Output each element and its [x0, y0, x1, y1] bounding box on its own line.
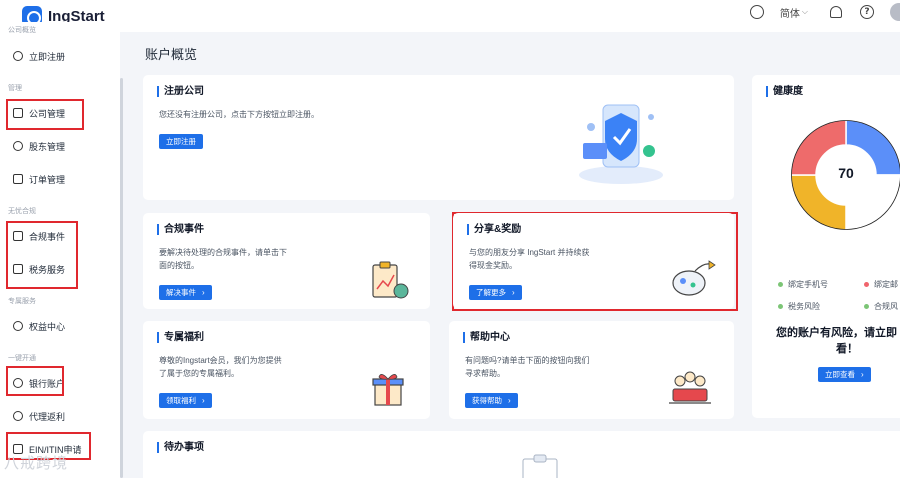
- support-team-illustration: [669, 371, 711, 404]
- resolve-events-button[interactable]: 解决事件 ›: [159, 285, 212, 300]
- order-icon: [13, 174, 23, 184]
- highlight-box: [6, 366, 64, 396]
- card-description: 得现金奖励。: [469, 261, 517, 270]
- risk-warning: 您的账户有风险，请立即: [776, 327, 897, 339]
- todo-card: 待办事项: [143, 431, 900, 478]
- register-button[interactable]: 立即注册: [159, 134, 203, 149]
- chevron-right-icon: ›: [861, 370, 864, 379]
- badge-icon: [13, 321, 23, 331]
- legend-item: 合规风: [864, 301, 898, 312]
- button-label: 立即查看: [825, 370, 855, 379]
- claim-benefits-button[interactable]: 领取福利 ›: [159, 393, 212, 408]
- sidebar-section-title: 专属服务: [8, 298, 36, 305]
- gift-box-illustration: [372, 374, 404, 406]
- card-description: 与您的朋友分享 IngStart 并持续获: [469, 248, 590, 257]
- help-center-card: 帮助中心 有问题吗?请单击下面的按钮向我们 寻求帮助。 获得帮助 ›: [449, 321, 734, 419]
- card-title: 分享&奖励: [467, 224, 521, 235]
- rebate-icon: [13, 411, 23, 421]
- learn-more-button[interactable]: 了解更多 ›: [469, 285, 522, 300]
- sidebar-section-title: 一键开通: [8, 355, 36, 362]
- sidebar-section-title: 无忧合规: [8, 208, 36, 215]
- card-title: 健康度: [766, 86, 803, 97]
- risk-warning: 看！: [836, 343, 858, 355]
- exclusive-benefits-card: 专属福利 尊敬的Ingstart会员，我们为您提供 了属于您的专属福利。 领取福…: [143, 321, 430, 419]
- button-label: 获得帮助: [472, 396, 502, 405]
- sidebar-scrollbar[interactable]: [120, 78, 123, 478]
- compliance-card: 合规事件 要解决待处理的合规事件，请单击下 面的按钮。 解决事件 ›: [143, 213, 430, 309]
- legend-item: 绑定邮: [864, 279, 898, 290]
- empty-clipboard-illustration: [522, 454, 558, 478]
- chevron-right-icon: ›: [202, 396, 205, 405]
- help-icon[interactable]: ?: [860, 5, 874, 19]
- card-description: 面的按钮。: [159, 261, 199, 270]
- legend-label: 税务风险: [788, 302, 820, 311]
- legend-dot: [778, 282, 783, 287]
- highlight-box: [6, 99, 84, 130]
- bell-icon[interactable]: [830, 6, 842, 18]
- avatar[interactable]: [890, 3, 900, 21]
- share-globe-illustration: [672, 260, 716, 296]
- card-description: 尊敬的Ingstart会员，我们为您提供: [159, 356, 282, 365]
- card-title: 合规事件: [157, 224, 204, 235]
- get-help-button[interactable]: 获得帮助 ›: [465, 393, 518, 408]
- user-icon: [13, 51, 23, 61]
- page-title: 账户概览: [145, 47, 198, 62]
- card-description: 您还没有注册公司，点击下方按钮立即注册。: [159, 110, 319, 119]
- highlight-box: [6, 221, 78, 289]
- sidebar-item-label: 订单管理: [29, 174, 66, 185]
- register-company-card: 注册公司 您还没有注册公司，点击下方按钮立即注册。 立即注册: [143, 75, 734, 200]
- sidebar-item-benefits[interactable]: 权益中心: [13, 318, 65, 334]
- share-rewards-card: 分享&奖励 与您的朋友分享 IngStart 并持续获 得现金奖励。 了解更多 ›: [453, 213, 734, 309]
- legend-dot: [778, 304, 783, 309]
- legend-dot: [864, 304, 869, 309]
- sidebar-item-rebate[interactable]: 代理返利: [13, 408, 65, 424]
- sidebar-item-label: 权益中心: [29, 321, 66, 332]
- health-score: 70: [838, 165, 854, 181]
- card-title: 帮助中心: [463, 332, 510, 343]
- button-label: 立即注册: [166, 137, 196, 146]
- user-center-icon[interactable]: [749, 5, 764, 19]
- view-now-button[interactable]: 立即查看 ›: [818, 367, 871, 382]
- sidebar-item-shareholders[interactable]: 股东管理: [13, 138, 65, 154]
- sidebar-item-label: 立即注册: [29, 51, 66, 62]
- legend-item: 税务风险: [778, 301, 820, 312]
- donut-segment-1: [845, 174, 900, 231]
- people-icon: [13, 141, 23, 151]
- button-label: 解决事件: [166, 288, 196, 297]
- card-description: 要解决待处理的合规事件，请单击下: [159, 248, 287, 257]
- chevron-right-icon: ›: [202, 288, 205, 297]
- language-selector[interactable]: 简体: [780, 5, 800, 20]
- chevron-down-icon[interactable]: ⌵: [802, 7, 808, 17]
- clipboard-chart-illustration: [372, 261, 409, 299]
- legend-label: 合规风: [874, 302, 898, 311]
- health-card: 健康度 70 绑定手机号 绑定邮 税务风险 合规风 您的账户有风险，请立即 看！…: [752, 75, 900, 418]
- watermark: 八戒跨境: [4, 455, 69, 472]
- card-title: 专属福利: [157, 332, 204, 343]
- sidebar-item-register[interactable]: 立即注册: [13, 48, 65, 64]
- sidebar-section-title: 管理: [8, 85, 22, 92]
- card-description: 了属于您的专属福利。: [159, 369, 239, 378]
- sidebar-item-orders[interactable]: 订单管理: [13, 171, 65, 187]
- chevron-right-icon: ›: [508, 396, 511, 405]
- sidebar-section-title: 公司概览: [8, 27, 36, 34]
- card-description: 有问题吗?请单击下面的按钮向我们: [465, 356, 590, 365]
- legend-dot: [864, 282, 869, 287]
- card-description: 寻求帮助。: [465, 369, 505, 378]
- top-right-controls: 简体 ⌵ ?: [732, 3, 900, 21]
- shield-phone-illustration: [579, 104, 663, 184]
- button-label: 领取福利: [166, 396, 196, 405]
- chevron-right-icon: ›: [512, 288, 515, 297]
- button-label: 了解更多: [476, 288, 506, 297]
- sidebar-item-label: 股东管理: [29, 141, 66, 152]
- card-title: 注册公司: [157, 86, 204, 97]
- legend-label: 绑定手机号: [788, 280, 828, 289]
- sidebar-item-label: 代理返利: [29, 411, 66, 422]
- card-title: 待办事项: [157, 442, 204, 453]
- top-bar: IngStart 简体 ⌵ ?: [0, 0, 900, 32]
- legend-label: 绑定邮: [874, 280, 898, 289]
- legend-item: 绑定手机号: [778, 279, 828, 290]
